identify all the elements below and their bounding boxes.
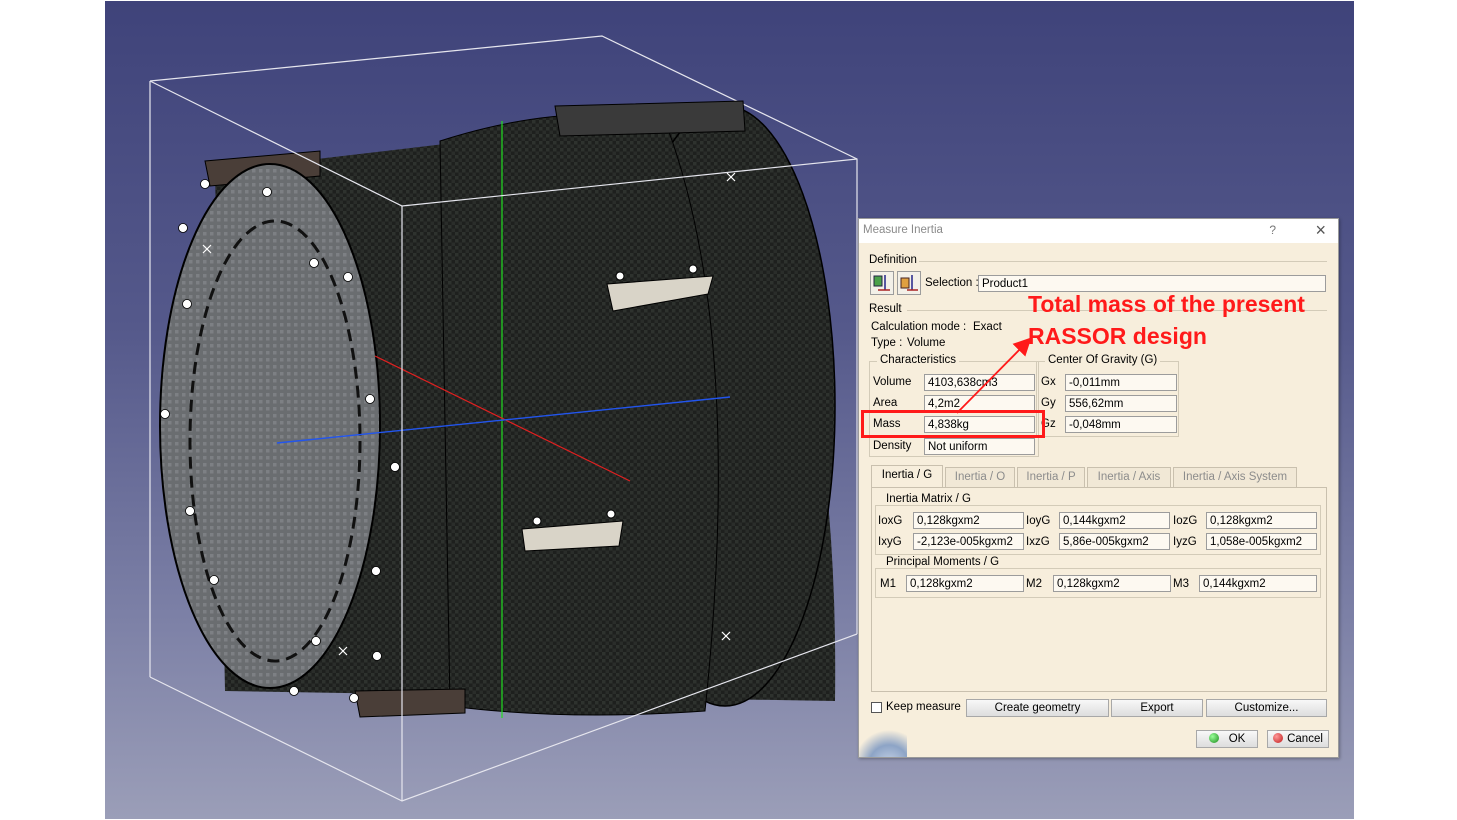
annotation-line-1: Total mass of the present [1028,291,1305,317]
annotation-line-2: RASSOR design [1028,323,1207,349]
annotation-text: Total mass of the present RASSOR design [1028,288,1305,352]
annotation-arrow [956,337,1032,414]
